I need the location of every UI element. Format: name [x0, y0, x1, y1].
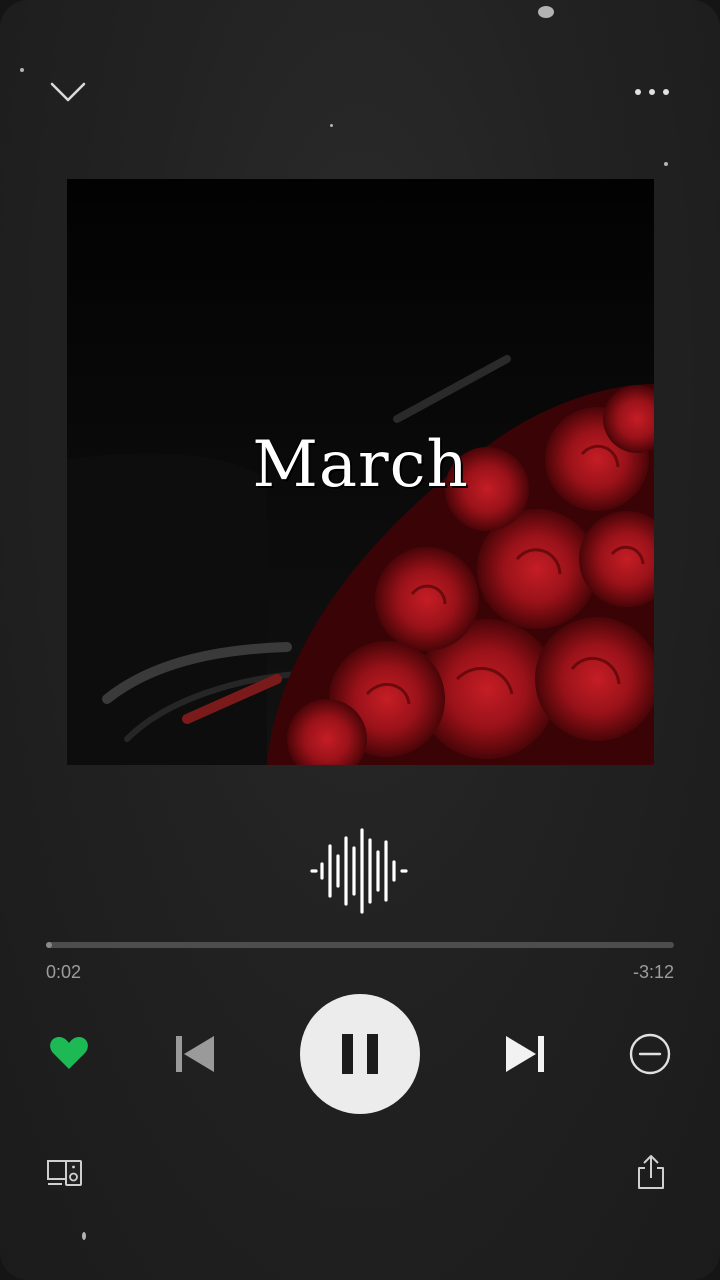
share-button[interactable]: [630, 1150, 672, 1194]
now-playing-screen: March 0:02 -3:12: [0, 0, 720, 1280]
share-icon: [638, 1155, 664, 1189]
elapsed-time: 0:02: [46, 962, 82, 982]
minus-circle-icon: [629, 1033, 671, 1075]
dust-speck: [664, 162, 668, 166]
heart-filled-icon: [50, 1037, 88, 1069]
collapse-button[interactable]: [44, 68, 92, 116]
like-button[interactable]: [44, 1028, 94, 1078]
dust-speck: [20, 68, 24, 72]
more-horizontal-icon: [635, 89, 669, 95]
album-cover: March: [67, 179, 654, 765]
hide-song-button[interactable]: [624, 1028, 676, 1080]
pause-icon: [342, 1034, 378, 1074]
progress-fill: [46, 942, 53, 948]
sound-wave-icon: [308, 826, 412, 916]
more-options-button[interactable]: [628, 68, 676, 116]
connect-device-button[interactable]: [44, 1152, 86, 1194]
dust-speck: [538, 6, 554, 18]
skip-next-icon: [506, 1036, 544, 1072]
cover-title: March: [252, 428, 469, 502]
next-button[interactable]: [500, 1028, 552, 1080]
skip-previous-icon: [176, 1036, 214, 1072]
connect-device-icon: [47, 1160, 82, 1186]
dust-speck: [82, 1232, 86, 1240]
remaining-time: -3:12: [632, 962, 674, 982]
previous-button[interactable]: [168, 1028, 220, 1080]
chevron-down-icon: [50, 82, 86, 102]
pause-button[interactable]: [300, 994, 420, 1114]
dust-speck: [330, 124, 333, 127]
progress-bar[interactable]: [46, 942, 674, 948]
